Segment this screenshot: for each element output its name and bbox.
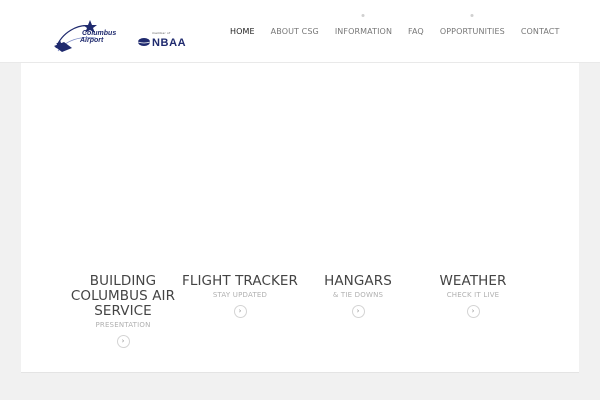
feature-more-button[interactable]: › [116, 335, 130, 348]
nav-home-label: HOME [230, 26, 255, 36]
feature-title: WEATHER [439, 273, 507, 289]
nav-faq[interactable]: FAQ [408, 27, 424, 36]
feature-hangars: HANGARS & TIE DOWNS › [299, 274, 417, 318]
feature-title: HANGARS [324, 273, 392, 289]
nav-contact[interactable]: CONTACT [521, 27, 560, 36]
chevron-right-icon: › [238, 307, 242, 315]
nav-information-label: INFORMATION [334, 26, 393, 36]
submenu-dot-icon [470, 13, 474, 17]
feature-more-button[interactable]: › [351, 305, 365, 318]
feature-more-button[interactable]: › [466, 305, 480, 318]
feature-subtitle: PRESENTATION [95, 321, 151, 329]
nav-about-csg[interactable]: ABOUT CSG [271, 27, 319, 36]
chevron-right-icon: › [121, 337, 125, 345]
feature-title: BUILDING COLUMBUS AIR SERVICE [70, 273, 176, 319]
feature-building-columbus-air-service: BUILDING COLUMBUS AIR SERVICE PRESENTATI… [64, 274, 182, 348]
nav-contact-label: CONTACT [520, 26, 560, 36]
feature-subtitle: CHECK IT LIVE [446, 291, 500, 299]
nav-information[interactable]: INFORMATION [334, 13, 393, 36]
nav-about-csg-label: ABOUT CSG [270, 26, 319, 36]
features-row: BUILDING COLUMBUS AIR SERVICE PRESENTATI… [64, 274, 534, 364]
nbaa-member-text: member of [152, 31, 171, 35]
feature-subtitle: STAY UPDATED [212, 291, 268, 299]
feature-subtitle: & TIE DOWNS [332, 291, 384, 299]
feature-title: FLIGHT TRACKER [181, 273, 299, 289]
logo-text-columbus: Columbus [82, 30, 117, 37]
submenu-dot-icon [361, 13, 365, 17]
feature-more-button[interactable]: › [233, 305, 247, 318]
nav-opportunities-label: OPPORTUNITIES [439, 26, 505, 36]
nbaa-logo[interactable]: member of NBAA [137, 31, 193, 53]
main-nav: HOME ABOUT CSG INFORMATION FAQ OPPORTUNI… [222, 13, 567, 38]
nav-home[interactable]: HOME [230, 27, 255, 36]
chevron-right-icon: › [356, 307, 360, 315]
nbaa-globe-icon [137, 38, 151, 46]
feature-flight-tracker: FLIGHT TRACKER STAY UPDATED › [181, 274, 299, 318]
logo-text-airport: Airport [80, 37, 104, 44]
feature-weather: WEATHER CHECK IT LIVE › [414, 274, 532, 318]
chevron-right-icon: › [471, 307, 475, 315]
nav-opportunities[interactable]: OPPORTUNITIES [439, 13, 505, 36]
nbaa-name: NBAA [152, 37, 187, 49]
columbus-airport-logo[interactable]: Columbus Airport [52, 18, 124, 64]
nav-faq-label: FAQ [408, 26, 424, 36]
site-header: Columbus Airport member of NBAA HOME ABO… [0, 0, 600, 63]
